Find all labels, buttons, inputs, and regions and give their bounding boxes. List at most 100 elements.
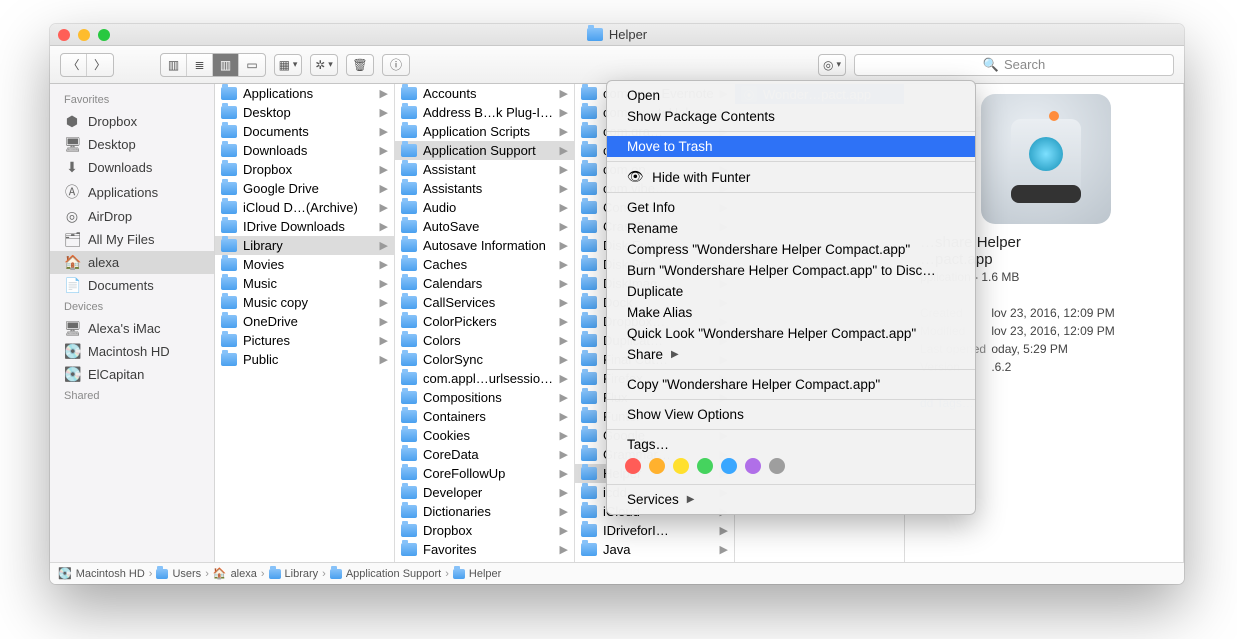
path-seg[interactable]: Macintosh HD (76, 568, 145, 580)
tag-color-dot[interactable] (649, 458, 665, 474)
list-item[interactable]: CoreFollowUp▶ (395, 464, 574, 483)
list-item[interactable]: AutoSave▶ (395, 217, 574, 236)
list-item[interactable]: iCloud D…(Archive)▶ (215, 198, 394, 217)
list-item[interactable]: OneDrive▶ (215, 312, 394, 331)
list-item[interactable]: Applications▶ (215, 84, 394, 103)
list-item[interactable]: Address B…k Plug-Ins▶ (395, 103, 574, 122)
tag-color-dot[interactable] (697, 458, 713, 474)
path-seg[interactable]: Helper (469, 568, 501, 580)
list-item[interactable]: Music copy▶ (215, 293, 394, 312)
list-item[interactable]: Documents▶ (215, 122, 394, 141)
list-item[interactable]: Caches▶ (395, 255, 574, 274)
menu-services[interactable]: Services (607, 489, 975, 510)
list-item[interactable]: Developer▶ (395, 483, 574, 502)
list-view-button[interactable]: ≣ (187, 54, 213, 76)
sidebar-item-elcapitan[interactable]: 💽ElCapitan (50, 363, 214, 386)
list-item[interactable]: Downloads▶ (215, 141, 394, 160)
chevron-right-icon: ▶ (560, 391, 568, 404)
sidebar-item-macintosh-hd[interactable]: 💽Macintosh HD (50, 340, 214, 363)
share-button[interactable]: ◎ (818, 54, 846, 76)
list-item[interactable]: Cookies▶ (395, 426, 574, 445)
info-button[interactable]: ⓘ (382, 54, 410, 76)
list-item[interactable]: Autosave Information▶ (395, 236, 574, 255)
menu-open[interactable]: Open (607, 85, 975, 106)
list-item[interactable]: Google Drive▶ (215, 179, 394, 198)
sidebar-item-dropbox[interactable]: ⬢Dropbox (50, 110, 214, 133)
minimize-window-button[interactable] (78, 29, 90, 41)
sidebar-item-applications[interactable]: ⒶApplications (50, 179, 214, 205)
list-item[interactable]: Colors▶ (395, 331, 574, 350)
menu-make-alias[interactable]: Make Alias (607, 302, 975, 323)
close-window-button[interactable] (58, 29, 70, 41)
sidebar-item-airdrop[interactable]: ◎AirDrop (50, 205, 214, 228)
list-item[interactable]: CoreData▶ (395, 445, 574, 464)
chevron-right-icon: ▶ (560, 334, 568, 347)
list-item[interactable]: IDrive Downloads▶ (215, 217, 394, 236)
action-button[interactable]: ✲ (310, 54, 338, 76)
menu-burn[interactable]: Burn "Wondershare Helper Compact.app" to… (607, 260, 975, 281)
path-seg[interactable]: Library (285, 568, 319, 580)
list-item[interactable]: Dictionaries▶ (395, 502, 574, 521)
column-2[interactable]: Accounts▶Address B…k Plug-Ins▶Applicatio… (395, 84, 575, 562)
list-item[interactable]: Pictures▶ (215, 331, 394, 350)
tag-color-dot[interactable] (745, 458, 761, 474)
list-item[interactable]: Favorites▶ (395, 540, 574, 559)
list-item[interactable]: ColorSync▶ (395, 350, 574, 369)
sidebar-item-desktop[interactable]: 🖥Desktop (50, 133, 214, 156)
tag-color-dot[interactable] (625, 458, 641, 474)
list-item[interactable]: CallServices▶ (395, 293, 574, 312)
menu-get-info[interactable]: Get Info (607, 197, 975, 218)
forward-button[interactable]: 〉 (87, 54, 113, 76)
column-view-button[interactable]: ▥ (213, 54, 239, 76)
path-seg[interactable]: Application Support (346, 568, 441, 580)
list-item[interactable]: ColorPickers▶ (395, 312, 574, 331)
list-item[interactable]: Library▶ (215, 236, 394, 255)
menu-show-package-contents[interactable]: Show Package Contents (607, 106, 975, 127)
menu-move-to-trash[interactable]: Move to Trash (607, 136, 975, 157)
sidebar-item-documents[interactable]: 📄Documents (50, 274, 214, 297)
list-item[interactable]: Accounts▶ (395, 84, 574, 103)
list-item[interactable]: Containers▶ (395, 407, 574, 426)
path-seg[interactable]: alexa (231, 568, 257, 580)
list-item[interactable]: Dropbox▶ (395, 521, 574, 540)
search-field[interactable]: 🔍 Search (854, 54, 1174, 76)
menu-compress[interactable]: Compress "Wondershare Helper Compact.app… (607, 239, 975, 260)
column-1[interactable]: Applications▶Desktop▶Documents▶Downloads… (215, 84, 395, 562)
list-item[interactable]: IDriveforI…▶ (575, 521, 734, 540)
menu-copy[interactable]: Copy "Wondershare Helper Compact.app" (607, 374, 975, 395)
list-item[interactable]: Music▶ (215, 274, 394, 293)
tag-color-dot[interactable] (721, 458, 737, 474)
list-item[interactable]: Desktop▶ (215, 103, 394, 122)
zoom-window-button[interactable] (98, 29, 110, 41)
list-item[interactable]: Java▶ (575, 540, 734, 559)
tag-color-dot[interactable] (769, 458, 785, 474)
list-item[interactable]: Compositions▶ (395, 388, 574, 407)
icon-view-button[interactable]: ▥ (161, 54, 187, 76)
menu-duplicate[interactable]: Duplicate (607, 281, 975, 302)
menu-rename[interactable]: Rename (607, 218, 975, 239)
list-item[interactable]: Assistants▶ (395, 179, 574, 198)
sidebar-item-all-my-files[interactable]: 🗂All My Files (50, 228, 214, 251)
sidebar-item-downloads[interactable]: ⬇Downloads (50, 156, 214, 179)
arrange-button[interactable]: ▦ (274, 54, 302, 76)
path-seg[interactable]: Users (172, 568, 201, 580)
sidebar-item-alexa[interactable]: 🏠alexa (50, 251, 214, 274)
sidebar-item-alexa-s-imac[interactable]: 🖥Alexa's iMac (50, 317, 214, 340)
list-item[interactable]: Public▶ (215, 350, 394, 369)
list-item[interactable]: Movies▶ (215, 255, 394, 274)
list-item[interactable]: Audio▶ (395, 198, 574, 217)
tag-color-dot[interactable] (673, 458, 689, 474)
list-item[interactable]: Calendars▶ (395, 274, 574, 293)
menu-quick-look[interactable]: Quick Look "Wondershare Helper Compact.a… (607, 323, 975, 344)
list-item[interactable]: Assistant▶ (395, 160, 574, 179)
trash-button[interactable]: 🗑 (346, 54, 374, 76)
menu-share[interactable]: Share (607, 344, 975, 365)
list-item[interactable]: Application Scripts▶ (395, 122, 574, 141)
list-item[interactable]: Dropbox▶ (215, 160, 394, 179)
list-item[interactable]: Application Support▶ (395, 141, 574, 160)
list-item[interactable]: com.appl…urlsessiond▶ (395, 369, 574, 388)
back-button[interactable]: 〈 (61, 54, 87, 76)
coverflow-view-button[interactable]: ▭ (239, 54, 265, 76)
menu-hide-with-funter[interactable]: 👁 Hide with Funter (607, 166, 975, 188)
menu-show-view-options[interactable]: Show View Options (607, 404, 975, 425)
